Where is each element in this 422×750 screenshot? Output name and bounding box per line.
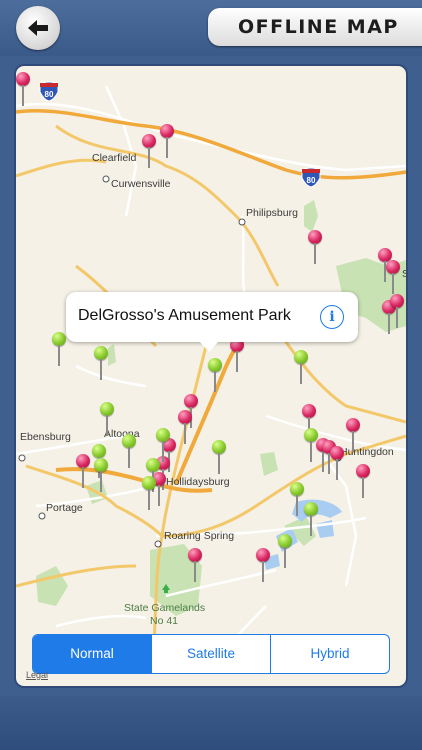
- map-pin[interactable]: [76, 454, 90, 488]
- map-frame: 80 80 Clearfield Curwensville Philipsbur…: [14, 64, 408, 688]
- segment-hybrid[interactable]: Hybrid: [270, 635, 389, 673]
- map-pin[interactable]: [16, 72, 30, 106]
- map-pin[interactable]: [178, 410, 192, 444]
- map-pin[interactable]: [330, 446, 344, 480]
- bottom-bar: [0, 696, 422, 750]
- map-pin[interactable]: [230, 338, 244, 372]
- map-pin[interactable]: [160, 124, 174, 158]
- callout-title: DelGrosso's Amusement Park: [78, 307, 291, 324]
- map-pin[interactable]: [100, 402, 114, 436]
- map-pin[interactable]: [346, 418, 360, 452]
- map-pin[interactable]: [256, 548, 270, 582]
- map-pin[interactable]: [304, 428, 318, 462]
- map-pin[interactable]: [290, 482, 304, 516]
- map-pin[interactable]: [390, 294, 404, 328]
- map-pin[interactable]: [142, 476, 156, 510]
- map-pin[interactable]: [52, 332, 66, 366]
- map-pin[interactable]: [212, 440, 226, 474]
- map-pin[interactable]: [122, 434, 136, 468]
- arrow-left-icon: [28, 20, 48, 36]
- map-pin[interactable]: [94, 346, 108, 380]
- map-pin[interactable]: [386, 260, 400, 294]
- back-button[interactable]: [16, 6, 60, 50]
- map-pin[interactable]: [356, 464, 370, 498]
- page-title: OFFLINE MAP: [238, 16, 399, 38]
- map-pin[interactable]: [304, 502, 318, 536]
- map-pin[interactable]: [308, 230, 322, 264]
- nav-bar: OFFLINE MAP: [0, 0, 422, 56]
- map-pin[interactable]: [142, 134, 156, 168]
- map-pin[interactable]: [278, 534, 292, 568]
- map-pin[interactable]: [94, 458, 108, 492]
- pin-callout[interactable]: DelGrosso's Amusement Park i: [66, 292, 358, 352]
- map-view[interactable]: 80 80 Clearfield Curwensville Philipsbur…: [16, 66, 406, 686]
- segment-normal[interactable]: Normal: [33, 635, 151, 673]
- page-title-pill: OFFLINE MAP: [208, 8, 422, 46]
- legal-link[interactable]: Legal: [26, 670, 48, 680]
- map-pin[interactable]: [294, 350, 308, 384]
- map-type-segmented-control: Normal Satellite Hybrid: [32, 634, 390, 674]
- map-pin[interactable]: [156, 428, 170, 462]
- segment-satellite[interactable]: Satellite: [151, 635, 270, 673]
- map-pin[interactable]: [188, 548, 202, 582]
- info-icon[interactable]: i: [320, 305, 344, 329]
- map-pin[interactable]: [208, 358, 222, 392]
